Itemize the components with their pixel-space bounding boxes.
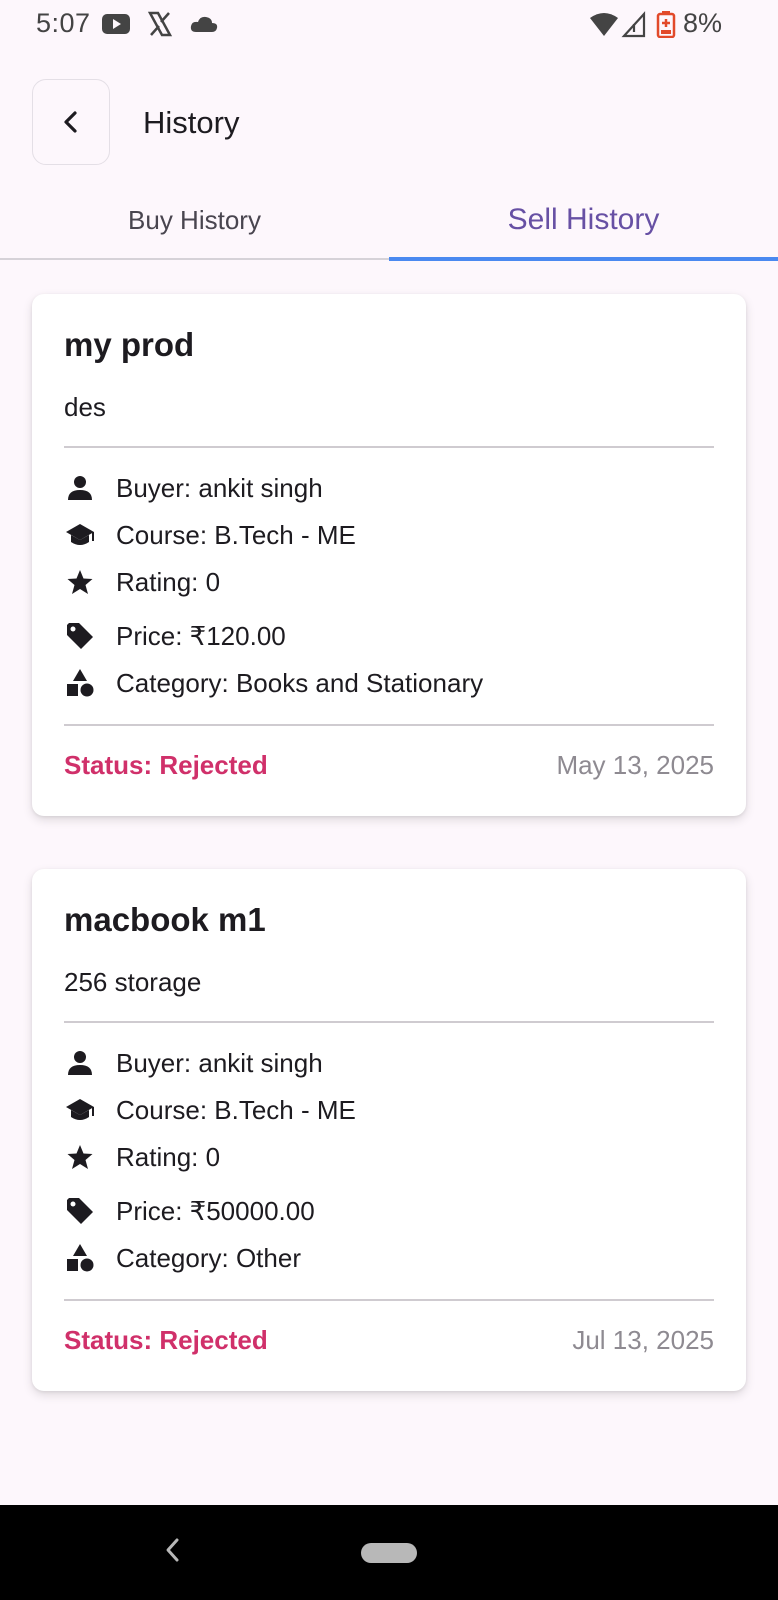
page-title: History	[143, 105, 240, 140]
nav-home-pill[interactable]	[361, 1543, 417, 1563]
date-text: May 13, 2025	[556, 750, 714, 780]
divider	[64, 446, 714, 448]
category-shapes-icon	[64, 1242, 96, 1274]
price-row: Price: ₹120.00	[64, 618, 286, 654]
category-text: Category: Books and Stationary	[116, 667, 484, 698]
back-button[interactable]	[32, 79, 110, 165]
course-text: Course: B.Tech - ME	[116, 519, 356, 550]
star-icon	[64, 1141, 96, 1173]
price-tag-icon	[64, 620, 96, 652]
date-text: Jul 13, 2025	[572, 1325, 714, 1355]
graduation-cap-icon	[64, 1094, 96, 1126]
price-text: Price: ₹50000.00	[116, 1195, 315, 1226]
history-card: my prod des Buyer: ankit singh Course: B…	[32, 294, 746, 816]
tab-buy-history[interactable]: Buy History	[0, 180, 389, 260]
battery-percentage: 8%	[682, 8, 722, 38]
category-shapes-icon	[64, 667, 96, 699]
status-bar: 5:07 8%	[0, 0, 778, 48]
tab-sell-history[interactable]: Sell History	[389, 180, 778, 260]
category-text: Category: Other	[116, 1242, 301, 1273]
rating-text: Rating: 0	[116, 1141, 221, 1172]
buyer-text: Buyer: ankit singh	[116, 1047, 323, 1078]
system-nav-bar	[0, 1505, 778, 1600]
product-title: my prod	[64, 326, 195, 363]
tab-bar: Buy History Sell History	[0, 180, 778, 262]
buyer-row: Buyer: ankit singh	[64, 470, 323, 506]
buyer-row: Buyer: ankit singh	[64, 1045, 323, 1081]
rating-row: Rating: 0	[64, 564, 220, 600]
divider	[64, 1021, 714, 1023]
product-description: des	[64, 392, 106, 422]
divider	[64, 724, 714, 726]
status-badge: Status: Rejected	[64, 750, 268, 780]
price-text: Price: ₹120.00	[116, 620, 286, 651]
graduation-cap-icon	[64, 519, 96, 551]
person-icon	[64, 472, 96, 504]
product-description: 256 storage	[64, 967, 202, 997]
rating-text: Rating: 0	[116, 566, 221, 597]
rating-row: Rating: 0	[64, 1139, 220, 1175]
status-time: 5:07	[36, 8, 91, 38]
category-row: Category: Other	[64, 1240, 301, 1276]
battery-icon	[656, 11, 676, 38]
nav-back-icon[interactable]	[160, 1535, 184, 1565]
tab-active-indicator	[389, 257, 778, 261]
youtube-icon	[102, 14, 130, 34]
course-text: Course: B.Tech - ME	[116, 1094, 356, 1125]
course-row: Course: B.Tech - ME	[64, 1092, 356, 1128]
history-card: macbook m1 256 storage Buyer: ankit sing…	[32, 869, 746, 1391]
person-icon	[64, 1047, 96, 1079]
category-row: Category: Books and Stationary	[64, 665, 483, 701]
chevron-left-icon	[64, 111, 77, 133]
product-title: macbook m1	[64, 901, 266, 938]
x-icon	[147, 11, 173, 37]
signal-icon	[621, 11, 646, 38]
buyer-text: Buyer: ankit singh	[116, 472, 323, 503]
price-tag-icon	[64, 1195, 96, 1227]
divider	[64, 1299, 714, 1301]
wifi-icon	[590, 13, 618, 36]
course-row: Course: B.Tech - ME	[64, 517, 356, 553]
cloud-icon	[190, 16, 218, 32]
status-badge: Status: Rejected	[64, 1325, 268, 1355]
star-icon	[64, 566, 96, 598]
price-row: Price: ₹50000.00	[64, 1193, 315, 1229]
